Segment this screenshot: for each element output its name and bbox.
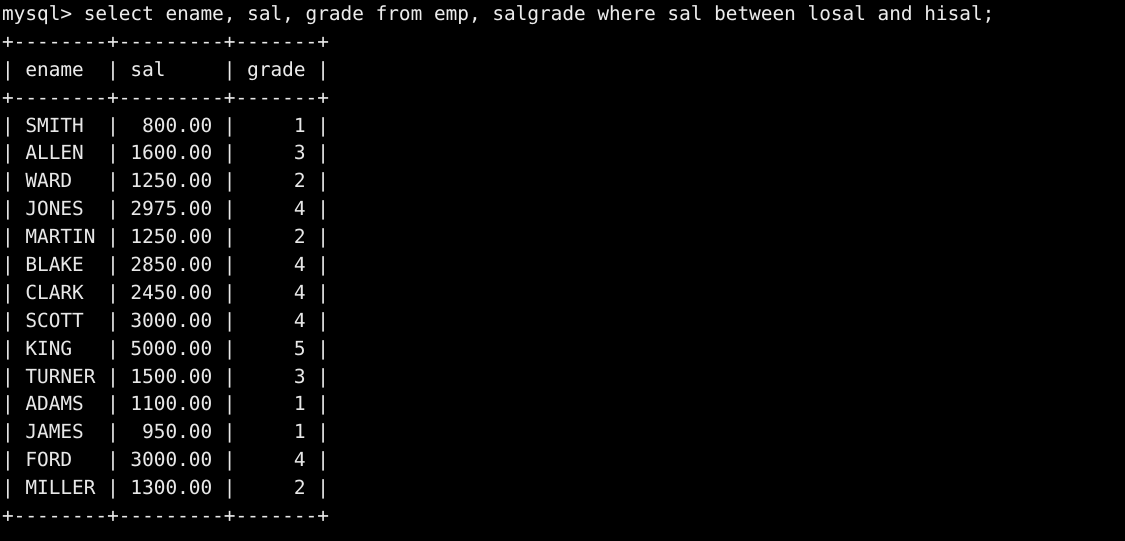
table-row: | JONES | 2975.00 | 4 | <box>2 197 329 221</box>
table-row: | CLARK | 2450.00 | 4 | <box>2 280 329 304</box>
table-row: | BLAKE | 2850.00 | 4 | <box>2 253 329 277</box>
table-row: | MARTIN | 1250.00 | 2 | <box>2 225 329 249</box>
table-row: | WARD | 1250.00 | 2 | <box>2 169 329 193</box>
table-row: | KING | 5000.00 | 5 | <box>2 336 329 360</box>
table-header-separator: +--------+---------+-------+ <box>2 85 329 109</box>
table-row: | FORD | 3000.00 | 4 | <box>2 448 329 472</box>
table-row: | ADAMS | 1100.00 | 1 | <box>2 392 329 416</box>
terminal-window[interactable]: mysql> select ename, sal, grade from emp… <box>0 0 1125 541</box>
table-row: | SMITH | 800.00 | 1 | <box>2 113 329 137</box>
table-header-row: | ename | sal | grade | <box>2 57 329 81</box>
table-row: | ALLEN | 1600.00 | 3 | <box>2 141 329 165</box>
table-row: | MILLER | 1300.00 | 2 | <box>2 476 329 500</box>
table-bottom-border: +--------+---------+-------+ <box>2 504 329 528</box>
table-row: | TURNER | 1500.00 | 3 | <box>2 364 329 388</box>
table-row: | JAMES | 950.00 | 1 | <box>2 420 329 444</box>
table-row: | SCOTT | 3000.00 | 4 | <box>2 308 329 332</box>
table-top-border: +--------+---------+-------+ <box>2 29 329 53</box>
command-prompt-line: mysql> select ename, sal, grade from emp… <box>2 2 995 25</box>
